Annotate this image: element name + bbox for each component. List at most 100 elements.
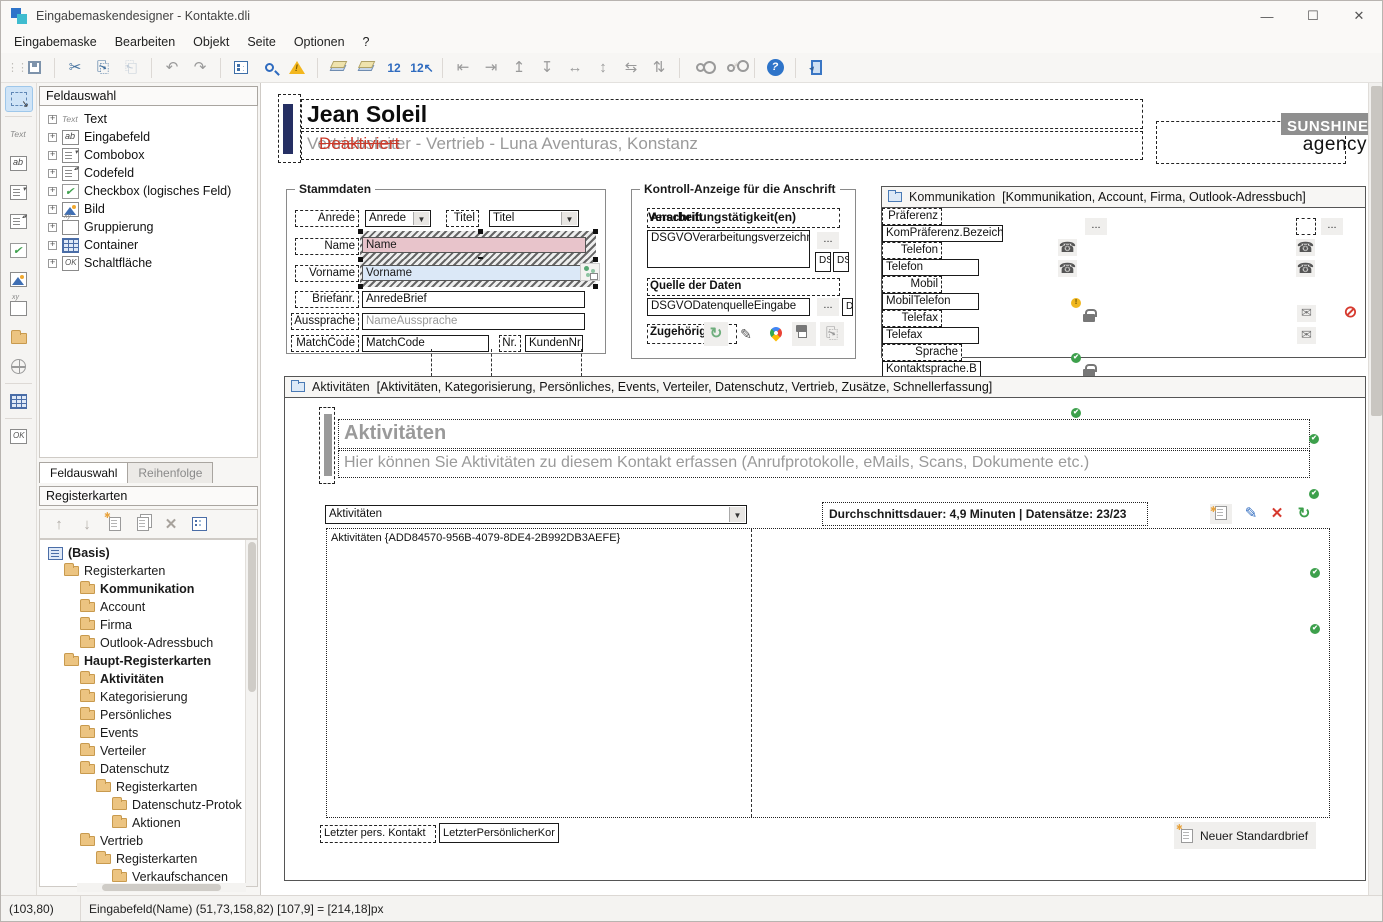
move-up-button[interactable]: ↑ xyxy=(48,513,70,535)
telefax-field[interactable]: Telefax xyxy=(882,327,979,344)
copy-button[interactable]: ⎘ xyxy=(90,56,116,80)
vorname-field[interactable]: Vorname xyxy=(362,265,586,281)
help-button[interactable]: ? xyxy=(762,56,788,80)
tool-container[interactable] xyxy=(5,388,33,414)
tab-properties-button[interactable] xyxy=(188,513,210,535)
unlink-button[interactable] xyxy=(715,56,747,80)
expand-icon[interactable] xyxy=(48,151,57,160)
paste-button[interactable]: ⎗ xyxy=(118,56,144,80)
mail-icon[interactable] xyxy=(1297,327,1316,344)
blocked-icon[interactable] xyxy=(1341,305,1360,322)
align-right-button[interactable]: ⇥ xyxy=(478,56,504,80)
close-button[interactable]: ✕ xyxy=(1336,1,1382,31)
expand-icon[interactable] xyxy=(48,169,57,178)
tab-order-button[interactable]: 12 xyxy=(381,56,407,80)
palette-item-container[interactable]: Container xyxy=(40,236,257,254)
palette-item-group[interactable]: Gruppierung xyxy=(40,218,257,236)
tab-order-edit-button[interactable]: 12↖ xyxy=(409,56,435,80)
cut-button[interactable]: ✂ xyxy=(62,56,88,80)
telefon-field[interactable]: Telefon xyxy=(882,259,979,276)
section-accent-bar[interactable] xyxy=(324,414,332,476)
letzter-kontakt-field[interactable]: LetzterPersönlicherKor xyxy=(439,823,559,843)
maximize-button[interactable]: ☐ xyxy=(1290,1,1336,31)
align-left-button[interactable]: ⇤ xyxy=(450,56,476,80)
copy-tab-button[interactable] xyxy=(132,513,154,535)
dsgvo-quelle-field[interactable]: DSGVODatenquelleEingabe xyxy=(647,298,810,316)
register-tree-item[interactable]: (Basis) xyxy=(40,544,257,562)
new-activity-button[interactable] xyxy=(1210,504,1232,524)
kontrollanzeige-group[interactable]: Kontroll-Anzeige für die Anschrift Ansch… xyxy=(631,189,856,359)
tab-feldauswahl[interactable]: Feldauswahl xyxy=(39,462,128,483)
edit-activity-button[interactable]: ✎ xyxy=(1240,504,1262,524)
dsgvo-verzeichnis-field[interactable]: DSGVOVerarbeitungsverzeichni xyxy=(647,230,810,268)
aktivitaeten-combobox[interactable]: Aktivitäten ▼ xyxy=(325,505,747,524)
matchcode-field[interactable]: MatchCode xyxy=(362,335,489,352)
aktivitaeten-container[interactable]: Aktivitäten [Aktivitäten, Kategorisierun… xyxy=(284,376,1366,881)
d-button[interactable]: D xyxy=(842,298,853,316)
anrede-combobox[interactable]: Anrede▼ xyxy=(365,210,431,227)
name-field[interactable]: Name xyxy=(362,237,586,253)
org-chart-icon[interactable] xyxy=(580,263,600,281)
name-field-selection[interactable]: Name xyxy=(360,231,596,260)
expand-icon[interactable] xyxy=(48,223,57,232)
tool-text[interactable] xyxy=(5,121,33,147)
register-tree-item[interactable]: Aktivitäten xyxy=(40,670,257,688)
exit-button[interactable] xyxy=(803,56,829,80)
toolbar-grip[interactable]: ⋮⋮ xyxy=(7,66,15,70)
copy-address-button[interactable]: ⎘ xyxy=(820,322,844,346)
expand-icon[interactable] xyxy=(48,115,57,124)
register-tree-item[interactable]: Kommunikation xyxy=(40,580,257,598)
register-tree-item[interactable]: Datenschutz xyxy=(40,760,257,778)
register-tree-vscrollbar[interactable] xyxy=(245,540,257,886)
verzeichnis-ellipsis-button[interactable]: ... xyxy=(817,232,839,249)
tool-button[interactable] xyxy=(5,423,33,449)
edit-address-button[interactable]: ✎ xyxy=(734,322,758,346)
register-tree-item[interactable]: Outlook-Adressbuch xyxy=(40,634,257,652)
design-canvas[interactable]: Jean Soleil Vertriebsleiter - Vertrieb -… xyxy=(261,83,1383,897)
palette-item-code[interactable]: Codefeld xyxy=(40,164,257,182)
register-tree-item[interactable]: Aktionen xyxy=(40,814,257,832)
tool-checkbox[interactable] xyxy=(5,237,33,263)
activities-list-object[interactable]: Aktivitäten {ADD84570-956B-4079-8DE4-2B9… xyxy=(326,528,1330,818)
mobil-field[interactable]: MobilTelefon xyxy=(882,293,979,310)
expand-icon[interactable] xyxy=(48,133,57,142)
menu-item-optionen[interactable]: Optionen xyxy=(285,33,354,51)
save-button[interactable] xyxy=(21,56,47,80)
palette-item-text[interactable]: Text xyxy=(40,110,257,128)
tool-select[interactable] xyxy=(5,86,33,112)
move-down-button[interactable]: ↓ xyxy=(76,513,98,535)
phone-icon[interactable] xyxy=(1296,260,1315,277)
contact-name-object[interactable]: Jean Soleil xyxy=(301,99,1143,129)
canvas-vscrollbar[interactable] xyxy=(1368,83,1383,897)
stammdaten-group[interactable]: Stammdaten Anrede Anrede▼ Titel Titel▼ N… xyxy=(286,189,606,354)
form-properties-button[interactable] xyxy=(228,56,254,80)
maps-button[interactable] xyxy=(764,322,788,346)
warning-button[interactable] xyxy=(284,56,310,80)
anredebrief-field[interactable]: AnredeBrief xyxy=(362,291,585,308)
delete-activity-button[interactable]: ✕ xyxy=(1266,504,1288,524)
palette-item-image[interactable]: Bild xyxy=(40,200,257,218)
expand-icon[interactable] xyxy=(48,241,57,250)
menu-item-seite[interactable]: Seite xyxy=(238,33,285,51)
mail-icon[interactable] xyxy=(1297,305,1316,322)
phone-icon[interactable] xyxy=(1296,239,1315,256)
refresh-activities-button[interactable]: ↻ xyxy=(1293,504,1315,524)
canvas-vscrollbar-thumb[interactable] xyxy=(1371,86,1382,416)
titel-dropdown-icon[interactable]: ▼ xyxy=(561,212,577,225)
distribute-vertical-button[interactable]: ⇅ xyxy=(646,56,672,80)
tab-reihenfolge[interactable]: Reihenfolge xyxy=(128,462,213,483)
aktivitaeten-dropdown-icon[interactable]: ▼ xyxy=(729,507,745,522)
new-tab-button[interactable] xyxy=(104,513,126,535)
kundennr-field[interactable]: KundenNr xyxy=(525,335,583,352)
same-width-button[interactable]: ↔ xyxy=(562,56,588,80)
redo-button[interactable]: ↷ xyxy=(187,56,213,80)
align-bottom-button[interactable]: ↧ xyxy=(534,56,560,80)
menu-item--[interactable]: ? xyxy=(354,33,379,51)
kommunikation-header[interactable]: Kommunikation [Kommunikation, Account, F… xyxy=(882,187,1365,208)
register-tree-item[interactable]: Events xyxy=(40,724,257,742)
tool-input[interactable] xyxy=(5,150,33,176)
register-tree-hscrollbar[interactable] xyxy=(77,883,246,892)
titel-combobox[interactable]: Titel▼ xyxy=(489,210,579,227)
tool-group[interactable] xyxy=(5,295,33,321)
phone-icon[interactable] xyxy=(1058,260,1077,277)
